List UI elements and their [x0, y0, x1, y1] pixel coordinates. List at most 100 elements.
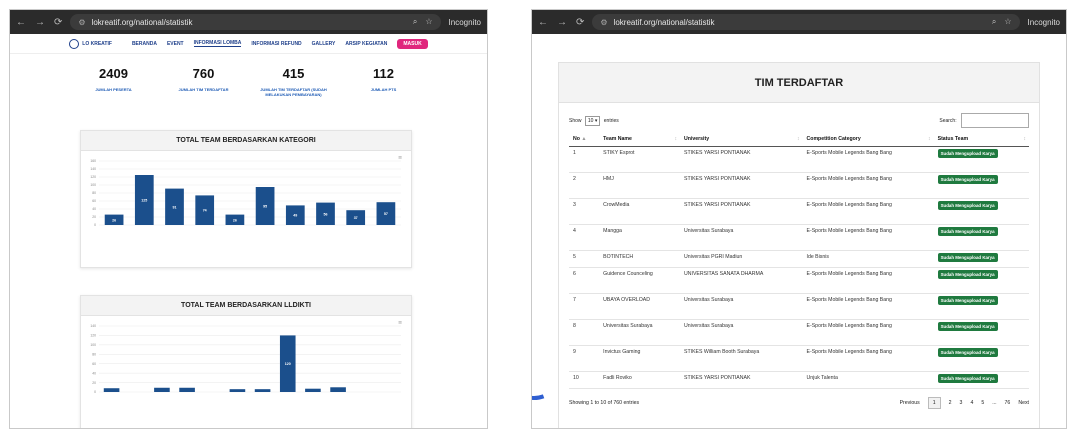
search-input[interactable]	[961, 113, 1029, 128]
bookmark-star-icon[interactable]: ☆	[1004, 17, 1011, 27]
table-cell: Sudah Mengupload Karya	[933, 146, 1029, 173]
statistics-summary: 2409 JUMLAH PESERTA 760 JUMLAH TIM TERDAFTA…	[10, 66, 487, 97]
table-cell: 10	[569, 371, 600, 389]
table-cell: Universitas Surabaya	[599, 319, 681, 346]
table-cell: 7	[569, 293, 600, 320]
site-navigation: LO KREATIF BERANDA EVENT INFORMASI LOMBA IN…	[10, 34, 487, 54]
table-row: 8 Universitas Surabaya Universitas Surabay…	[569, 319, 1029, 346]
stat-value: 760	[192, 66, 215, 81]
page-link[interactable]: 76	[1005, 400, 1011, 406]
table-cell: Sudah Mengupload Karya	[933, 345, 1029, 372]
table-cell: Sudah Mengupload Karya	[933, 319, 1029, 346]
entries-select[interactable]: 10 ▾	[584, 115, 601, 126]
zoom-icon[interactable]: ⌕	[992, 17, 996, 27]
table-cell: UNIVERSITAS SANATA DHARMA	[680, 267, 803, 294]
table-cell: STIKES YARSI PONTIANAK	[680, 198, 803, 225]
table-cell: STIKES YARSI PONTIANAK	[680, 146, 803, 173]
bar-data-label: 91	[173, 205, 177, 209]
table-cell: STIKES YARSI PONTIANAK	[680, 172, 803, 199]
column-header[interactable]: Status Team ↕	[933, 132, 1029, 147]
chart-title: TOTAL TEAM BERDASARKAN KATEGORI	[81, 131, 411, 151]
table-cell: 6	[569, 267, 600, 294]
incognito-indicator[interactable]: Incognito	[449, 18, 481, 27]
reload-icon[interactable]: ⟳	[576, 17, 584, 28]
category-chart-panel: TOTAL TEAM BERDASARKAN KATEGORI 0 20 40 60 8…	[80, 130, 412, 268]
stat-label: JUMLAH TIM TERDAFTAR (SUDAH MELAKUKAN PE…	[260, 87, 327, 97]
table-cell: E-Sports Mobile Legends Bang Bang	[802, 146, 934, 173]
table-cell: UBAYA OVERLOAD	[599, 293, 681, 320]
table-row: 10 Fadli Roviko STIKES YARSI PONTIANAK Unju…	[569, 371, 1029, 389]
y-tick-label: 80	[92, 352, 96, 356]
table-cell: Universitas PGRI Madiun	[680, 250, 803, 268]
table-cell: Sudah Mengupload Karya	[933, 267, 1029, 294]
stat-card: 415 JUMLAH TIM TERDAFTAR (SUDAH MELAKUKAN…	[259, 66, 329, 97]
y-tick-label: 80	[92, 191, 96, 195]
page-link[interactable]: 2	[949, 400, 952, 406]
status-badge: Sudah Mengupload Karya	[937, 253, 998, 262]
column-header[interactable]: No ▲	[569, 132, 600, 147]
nav-item-event[interactable]: EVENT	[167, 41, 184, 47]
table-cell: Sudah Mengupload Karya	[933, 198, 1029, 225]
column-header[interactable]: Competition Category ↕	[802, 132, 934, 147]
table-cell: Sudah Mengupload Karya	[933, 293, 1029, 320]
sort-arrows-icon: ↕	[1023, 136, 1026, 142]
incognito-indicator[interactable]: Incognito	[1028, 18, 1060, 27]
stat-card: 112 JUMLAH PTS	[349, 66, 419, 97]
nav-item-arsip-kegiatan[interactable]: ARSIP KEGIATAN	[345, 41, 387, 47]
y-tick-label: 0	[94, 390, 96, 394]
forward-arrow-icon[interactable]: →	[35, 17, 45, 28]
column-header[interactable]: University ↕	[680, 132, 803, 147]
status-badge: Sudah Mengupload Karya	[937, 348, 998, 357]
y-tick-label: 140	[90, 167, 96, 171]
back-arrow-icon[interactable]: ←	[538, 17, 548, 28]
table-cell: Guidence Counceling	[599, 267, 681, 294]
table-cell: E-Sports Mobile Legends Bang Bang	[802, 224, 934, 251]
login-button[interactable]: MASUK	[397, 38, 428, 49]
page-link[interactable]: 5	[981, 400, 984, 406]
browser-toolbar: ← → ⟳ ⚙ lokreatif.org/national/statistik…	[532, 10, 1066, 34]
site-settings-icon[interactable]: ⚙	[78, 18, 85, 27]
bar-data-label: 95	[263, 205, 267, 209]
page-link[interactable]: Previous	[900, 400, 920, 406]
chart-menu-icon: ≡	[398, 320, 402, 326]
table-cell: CrowMedia	[599, 198, 681, 225]
y-tick-label: 160	[90, 159, 96, 163]
url-text: lokreatif.org/national/statistik	[91, 17, 193, 27]
column-header[interactable]: Team Name ↕	[599, 132, 681, 147]
y-tick-label: 20	[92, 381, 96, 385]
stat-label: JUMLAH PTS	[370, 87, 397, 92]
page-link[interactable]: Next	[1018, 400, 1029, 406]
nav-item-informasi-lomba[interactable]: INFORMASI LOMBA	[193, 40, 242, 47]
table-cell: Ide Bisnis	[802, 250, 934, 268]
nav-item-gallery[interactable]: GALLERY	[312, 41, 336, 47]
teams-table: No ▲ Team Name ↕ University ↕ Competition Cat…	[569, 132, 1029, 389]
status-badge: Sudah Mengupload Karya	[937, 227, 998, 236]
stat-card: 2409 JUMLAH PESERTA	[79, 66, 149, 97]
right-browser-window: ← → ⟳ ⚙ lokreatif.org/national/statistik…	[531, 9, 1067, 429]
entries-length-control: Show 10 ▾ entries	[569, 115, 619, 126]
status-badge: Sudah Mengupload Karya	[937, 296, 998, 305]
forward-arrow-icon[interactable]: →	[557, 17, 567, 28]
stat-value: 2409	[99, 66, 128, 81]
bar-data-label: 37	[354, 216, 358, 220]
address-bar[interactable]: ⚙ lokreatif.org/national/statistik ⌕ ☆	[592, 14, 1020, 30]
chart-title: TOTAL TEAM BERDASARKAN LLDIKTI	[81, 296, 411, 316]
table-cell: HMJ	[599, 172, 681, 199]
page-link[interactable]: 1	[927, 397, 941, 409]
table-cell: 5	[569, 250, 600, 268]
site-logo[interactable]: LO KREATIF	[69, 38, 112, 49]
address-bar[interactable]: ⚙ lokreatif.org/national/statistik ⌕ ☆	[70, 14, 441, 30]
status-badge: Sudah Mengupload Karya	[937, 201, 998, 210]
zoom-icon[interactable]: ⌕	[413, 17, 417, 27]
reload-icon[interactable]: ⟳	[54, 17, 62, 28]
nav-item-beranda[interactable]: BERANDA	[132, 41, 157, 47]
nav-item-informasi-refund[interactable]: INFORMASI REFUND	[251, 41, 301, 47]
y-tick-label: 0	[94, 223, 96, 227]
page-link[interactable]: 3	[960, 400, 963, 406]
back-arrow-icon[interactable]: ←	[16, 17, 26, 28]
page-link: ...	[992, 400, 997, 406]
site-settings-icon[interactable]: ⚙	[600, 18, 607, 27]
bookmark-star-icon[interactable]: ☆	[425, 17, 432, 27]
page-link[interactable]: 4	[970, 400, 973, 406]
stat-card: 760 JUMLAH TIM TERDAFTAR	[169, 66, 239, 97]
